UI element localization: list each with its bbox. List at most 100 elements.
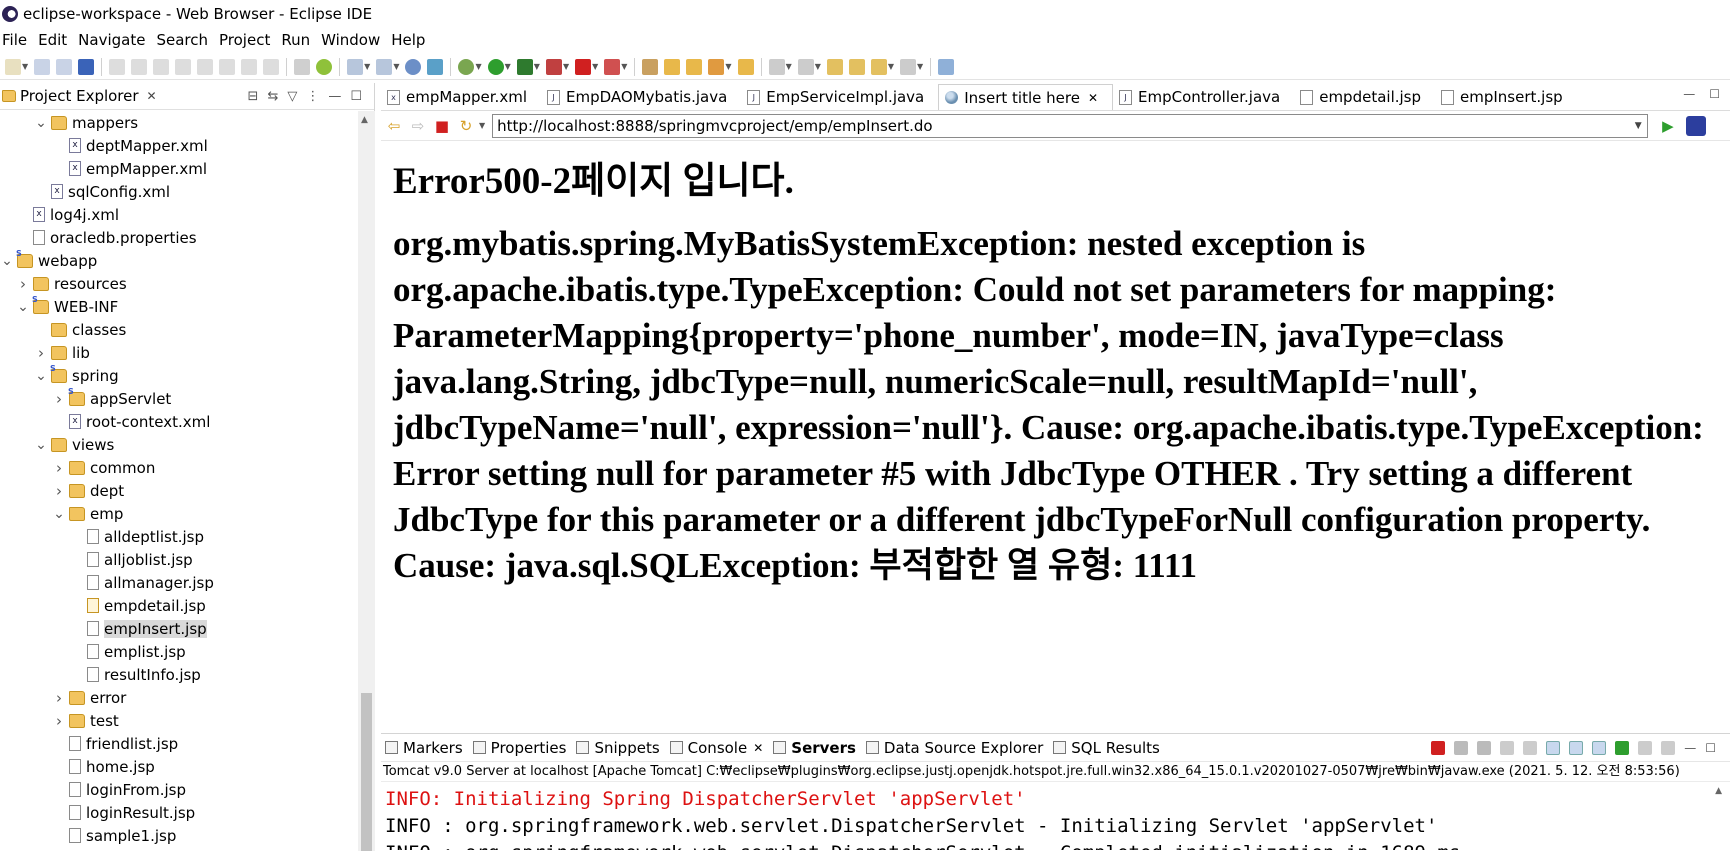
suspend-icon[interactable] <box>153 58 170 75</box>
editor-tab[interactable]: J EmpController.java <box>1113 84 1294 110</box>
close-icon[interactable]: ✕ <box>753 741 763 755</box>
editor-tab[interactable]: empdetail.jsp <box>1294 84 1435 110</box>
search-icon[interactable] <box>427 58 444 75</box>
editor-tab[interactable]: J EmpDAOMybatis.java <box>541 84 741 110</box>
forward-arrow-icon[interactable]: ⇨ <box>409 117 427 135</box>
tree-item[interactable]: x empMapper.xml <box>0 157 358 180</box>
dropdown-arrow-icon[interactable]: ▼ <box>725 62 731 71</box>
tree-item[interactable]: empInsert.jsp <box>0 617 358 640</box>
scroll-up-icon[interactable]: ▲ <box>361 115 368 125</box>
remove-launch-icon[interactable] <box>1454 740 1469 755</box>
step-return-icon[interactable] <box>263 58 280 75</box>
chevron-right-icon[interactable]: › <box>16 275 30 293</box>
dropdown-arrow-icon[interactable]: ▼ <box>621 62 627 71</box>
chevron-right-icon[interactable]: › <box>52 712 66 730</box>
dropdown-arrow-icon[interactable]: ▼ <box>563 62 569 71</box>
chevron-right-icon[interactable]: › <box>52 459 66 477</box>
folder-icon[interactable] <box>686 58 703 75</box>
forward-history-icon[interactable] <box>900 58 917 75</box>
back-icon[interactable] <box>848 58 865 75</box>
menu-search[interactable]: Search <box>154 31 217 49</box>
dropdown-arrow-icon[interactable]: ▼ <box>888 62 894 71</box>
tree-item[interactable]: alldeptlist.jsp <box>0 525 358 548</box>
bottom-tab-snippets[interactable]: Snippets <box>576 739 660 757</box>
filter-icon[interactable]: ▽ <box>287 89 297 104</box>
terminal-icon[interactable] <box>78 58 95 75</box>
dropdown-arrow-icon[interactable]: ▼ <box>479 121 485 130</box>
pencil-icon[interactable] <box>708 58 725 75</box>
bottom-tab-markers[interactable]: Markers <box>385 739 463 757</box>
menu-file[interactable]: File <box>0 31 36 49</box>
tree-item[interactable]: › lib <box>0 341 358 364</box>
disconnect-icon[interactable] <box>197 58 214 75</box>
chevron-right-icon[interactable]: › <box>52 689 66 707</box>
stop-icon[interactable] <box>575 58 592 75</box>
chevron-down-icon[interactable]: ⌄ <box>0 253 14 269</box>
url-text[interactable]: http://localhost:8888/springmvcproject/e… <box>497 117 1629 135</box>
menu-navigate[interactable]: Navigate <box>76 31 154 49</box>
chevron-down-icon[interactable]: ▼ <box>1629 121 1647 131</box>
dropdown-arrow-icon[interactable]: ▼ <box>475 62 481 71</box>
tree-item[interactable]: ⌄ mappers <box>0 111 358 134</box>
tree-item[interactable]: › test <box>0 709 358 732</box>
last-edit-icon[interactable] <box>826 58 843 75</box>
refresh-icon[interactable] <box>316 58 333 75</box>
editor-tab[interactable]: empInsert.jsp <box>1435 84 1577 110</box>
tree-item[interactable]: ⌄ webapp <box>0 249 358 272</box>
tree-item[interactable]: › error <box>0 686 358 709</box>
tree-item[interactable]: › common <box>0 456 358 479</box>
tree-item[interactable]: x sqlConfig.xml <box>0 180 358 203</box>
pin-console-icon[interactable] <box>1615 740 1630 755</box>
save-icon[interactable] <box>34 58 51 75</box>
forward-icon[interactable] <box>870 58 887 75</box>
publish-icon[interactable] <box>604 58 621 75</box>
link-editor-icon[interactable]: ⇆ <box>267 89 278 104</box>
remove-all-icon[interactable] <box>1477 740 1492 755</box>
save-all-icon[interactable] <box>56 58 73 75</box>
tree-item[interactable]: sample1.jsp <box>0 824 358 847</box>
scrollbar-thumb[interactable] <box>361 693 372 851</box>
tree-item[interactable]: x log4j.xml <box>0 203 358 226</box>
close-icon[interactable]: ✕ <box>147 89 157 103</box>
stop-icon[interactable]: ■ <box>433 117 451 135</box>
chevron-down-icon[interactable]: ⌄ <box>52 506 66 522</box>
dropdown-arrow-icon[interactable]: ▼ <box>815 62 821 71</box>
minimize-icon[interactable]: — <box>1684 741 1696 755</box>
tree-item[interactable]: ⌄ spring <box>0 364 358 387</box>
open-type-icon[interactable] <box>294 58 311 75</box>
menu-project[interactable]: Project <box>217 31 279 49</box>
tree-item[interactable]: allmanager.jsp <box>0 571 358 594</box>
dropdown-arrow-icon[interactable]: ▼ <box>505 62 511 71</box>
console-output[interactable]: INFO: Initializing Spring DispatcherServ… <box>381 782 1730 850</box>
editor-tab[interactable]: Insert title here ✕ <box>938 84 1113 110</box>
dropdown-arrow-icon[interactable]: ▼ <box>393 62 399 71</box>
tree-item[interactable]: resultInfo.jsp <box>0 663 358 686</box>
resume-icon[interactable] <box>131 58 148 75</box>
maximize-icon[interactable]: ☐ <box>1705 741 1716 755</box>
chevron-down-icon[interactable]: ⌄ <box>34 437 48 453</box>
menu-window[interactable]: Window <box>319 31 389 49</box>
dropdown-arrow-icon[interactable]: ▼ <box>22 62 28 71</box>
go-icon[interactable]: ▶ <box>1662 117 1674 135</box>
external-browser-icon[interactable] <box>1685 115 1706 136</box>
maximize-icon[interactable]: ☐ <box>350 89 362 104</box>
new-icon[interactable] <box>5 58 21 75</box>
scroll-up-icon[interactable]: ▲ <box>1715 786 1722 796</box>
chevron-right-icon[interactable]: › <box>52 482 66 500</box>
tree-item[interactable]: › dept <box>0 479 358 502</box>
show-stderr-icon[interactable] <box>1592 740 1607 755</box>
tree-item[interactable]: loginResult.jsp <box>0 801 358 824</box>
bottom-tab-sql-results[interactable]: SQL Results <box>1053 739 1160 757</box>
open-folder-icon[interactable] <box>664 58 681 75</box>
dropdown-arrow-icon[interactable]: ▼ <box>592 62 598 71</box>
new-project-icon[interactable] <box>376 58 393 75</box>
open-console-icon[interactable] <box>1661 740 1676 755</box>
chevron-down-icon[interactable]: ⌄ <box>34 368 48 384</box>
run-icon[interactable] <box>487 58 504 75</box>
minimize-icon[interactable]: — <box>328 89 341 104</box>
tree-item[interactable]: emplist.jsp <box>0 640 358 663</box>
step-over-icon[interactable] <box>241 58 258 75</box>
tree-item[interactable]: ⌄ WEB-INF <box>0 295 358 318</box>
minimize-icon[interactable]: — <box>1683 87 1695 101</box>
tree-item[interactable]: › appServlet <box>0 387 358 410</box>
